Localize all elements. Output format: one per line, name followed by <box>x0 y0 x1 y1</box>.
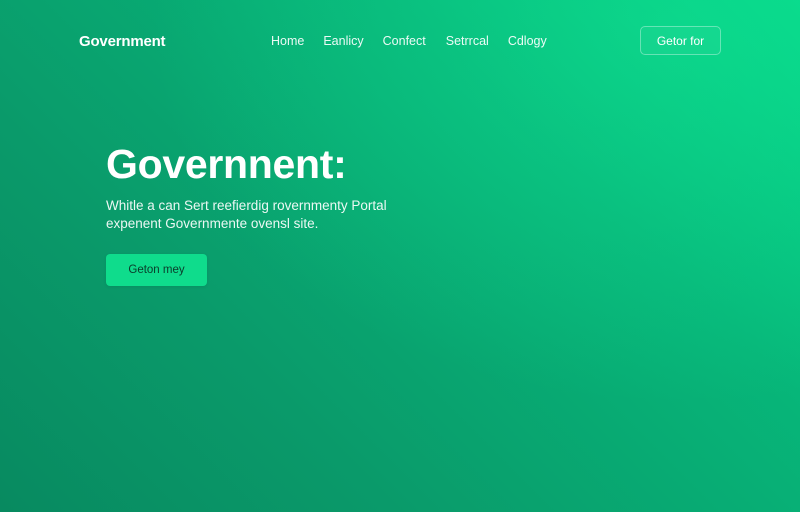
hero-subtitle-line-2: expenent Governmente ovensl site. <box>106 216 319 231</box>
navbar: Government Home Eanlicy Confect Setrrcal… <box>0 0 800 82</box>
nav-links: Home Eanlicy Confect Setrrcal Cdlogy <box>271 34 547 48</box>
hero-subtitle: Whitle a can Sert reefierdig rovernmenty… <box>106 197 446 233</box>
hero-section: Governnent: Whitle a can Sert reefierdig… <box>106 140 446 286</box>
site-logo[interactable]: Government <box>79 33 166 50</box>
nav-link-5[interactable]: Cdlogy <box>508 34 547 48</box>
nav-cta-button[interactable]: Getor for <box>640 26 721 55</box>
hero-title: Governnent: <box>106 141 347 187</box>
hero-cta-button[interactable]: Geton mey <box>106 254 207 286</box>
nav-link-3[interactable]: Confect <box>383 34 426 48</box>
nav-link-2[interactable]: Eanlicy <box>323 34 363 48</box>
nav-link-home[interactable]: Home <box>271 34 304 48</box>
hero-subtitle-line-1: Whitle a can Sert reefierdig rovernmenty… <box>106 198 387 213</box>
nav-link-4[interactable]: Setrrcal <box>446 34 489 48</box>
